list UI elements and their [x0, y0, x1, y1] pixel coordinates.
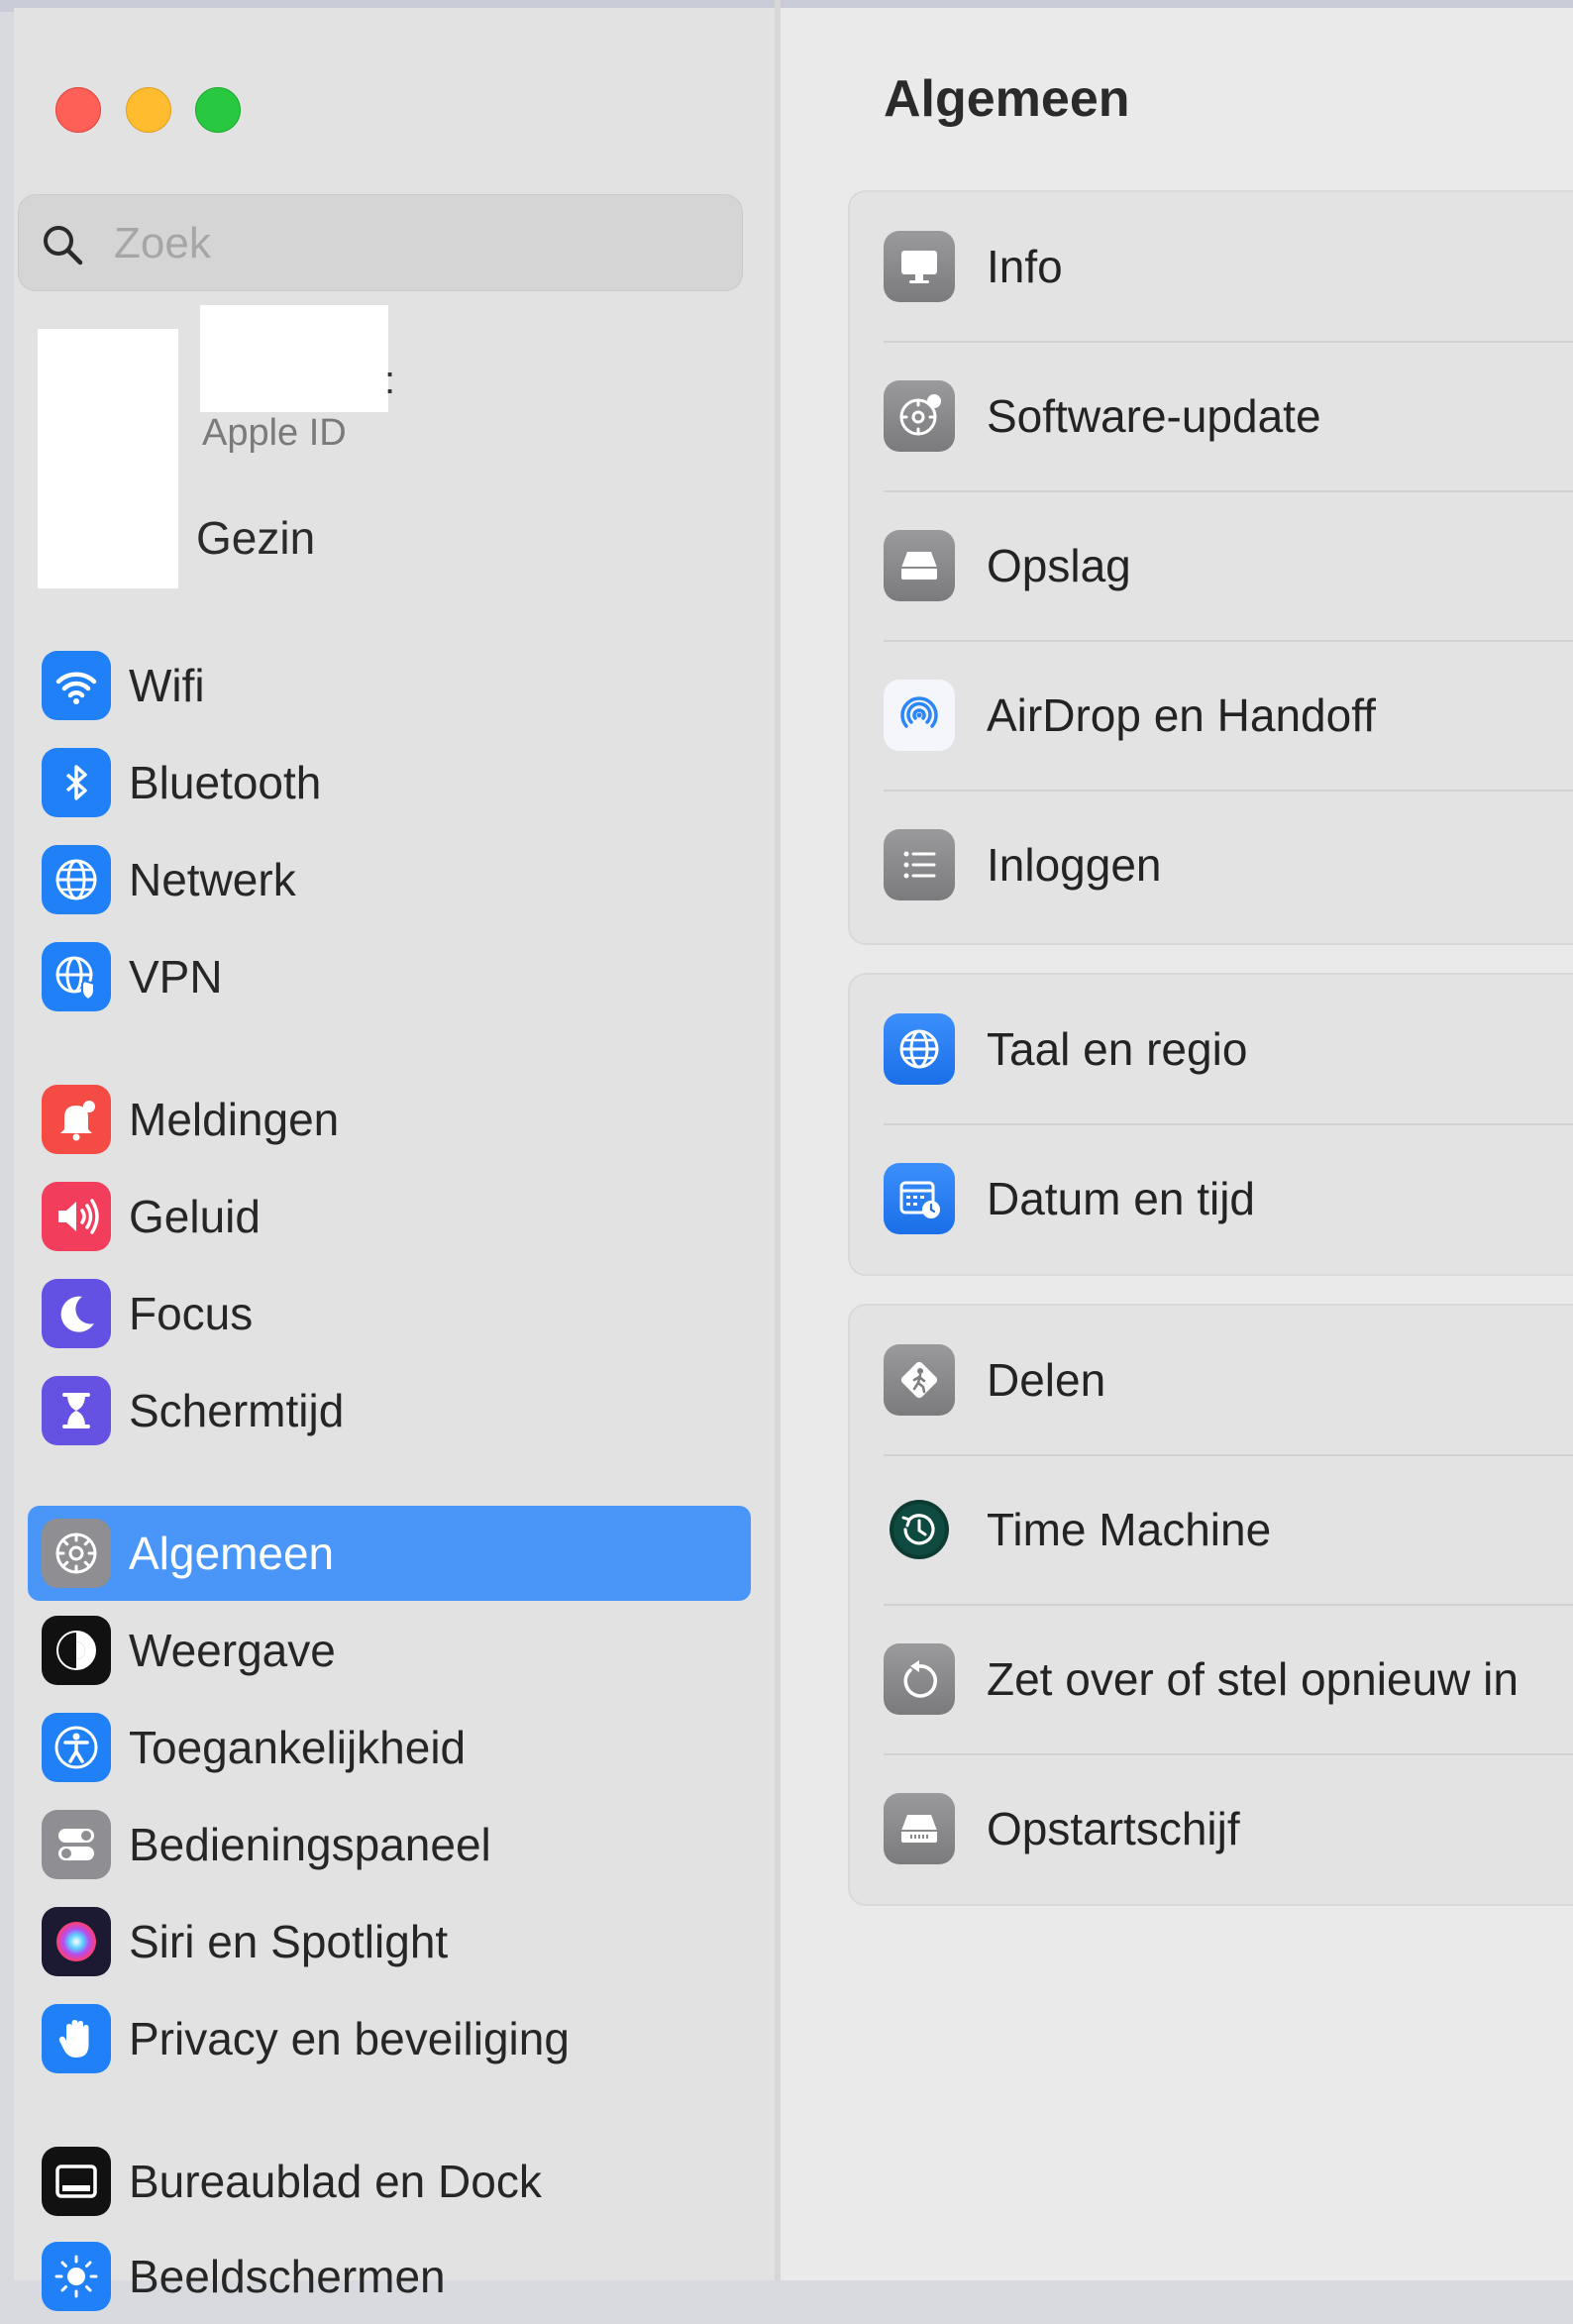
- moon-icon: [42, 1279, 111, 1348]
- row-software-update[interactable]: Software-update: [850, 342, 1573, 490]
- row-label: Zet over of stel opnieuw in: [987, 1653, 1519, 1705]
- globe-icon: [42, 845, 111, 914]
- appearance-icon: [42, 1616, 111, 1685]
- row-time-machine[interactable]: Time Machine: [850, 1455, 1573, 1604]
- sidebar-item-label: Bluetooth: [129, 757, 322, 808]
- dock-icon: [42, 2147, 111, 2216]
- wifi-icon: [42, 651, 111, 720]
- hand-icon: [42, 2004, 111, 2073]
- gear-icon: [42, 1519, 111, 1588]
- settings-group-3: Delen Time Machine Zet over of stel opni…: [848, 1304, 1573, 1906]
- accessibility-icon: [42, 1713, 111, 1782]
- sidebar-item-bedieningspaneel[interactable]: Bedieningspaneel: [28, 1797, 751, 1892]
- sidebar-item-label: Bedieningspaneel: [129, 1819, 491, 1870]
- sun-icon: [42, 2242, 111, 2311]
- minimize-button[interactable]: [126, 87, 171, 133]
- row-info[interactable]: Info: [850, 192, 1573, 341]
- settings-group-2: Taal en regio Datum en tijd: [848, 973, 1573, 1276]
- row-inloggen[interactable]: Inloggen: [850, 791, 1573, 939]
- row-delen[interactable]: Delen: [850, 1306, 1573, 1454]
- sidebar-item-label: Bureaublad en Dock: [129, 2156, 542, 2207]
- time-machine-icon: [884, 1494, 955, 1565]
- row-label: Software-update: [987, 390, 1321, 442]
- sidebar-item-label: Wifi: [129, 660, 205, 711]
- bluetooth-icon: [42, 748, 111, 817]
- sidebar-item-vpn[interactable]: VPN: [28, 929, 751, 1024]
- row-opslag[interactable]: Opslag: [850, 491, 1573, 640]
- redaction-mark: :: [384, 359, 396, 402]
- sidebar-item-siri-en-spotlight[interactable]: Siri en Spotlight: [28, 1894, 751, 1989]
- sidebar-item-algemeen[interactable]: Algemeen: [28, 1506, 751, 1601]
- row-label: Inloggen: [987, 839, 1162, 891]
- row-airdrop-en-handoff[interactable]: AirDrop en Handoff: [850, 641, 1573, 790]
- row-label: Opslag: [987, 540, 1131, 591]
- avatar[interactable]: [38, 329, 178, 588]
- row-label: AirDrop en Handoff: [987, 689, 1376, 741]
- sidebar-item-label: Focus: [129, 1288, 254, 1339]
- sidebar-item-label: Siri en Spotlight: [129, 1916, 449, 1967]
- page-title: Algemeen: [884, 70, 1130, 128]
- sidebar-item-label: Beeldschermen: [129, 2251, 446, 2302]
- row-taal-en-regio[interactable]: Taal en regio: [850, 975, 1573, 1123]
- row-label: Info: [987, 241, 1063, 292]
- sidebar-item-focus[interactable]: Focus: [28, 1266, 751, 1361]
- list-icon: [884, 829, 955, 900]
- family-label[interactable]: Gezin: [196, 511, 315, 565]
- disk-icon: [884, 530, 955, 601]
- display-icon: [884, 231, 955, 302]
- row-opstartschijf[interactable]: Opstartschijf: [850, 1754, 1573, 1903]
- calendar-clock-icon: [884, 1163, 955, 1234]
- sidebar-item-bluetooth[interactable]: Bluetooth: [28, 735, 751, 830]
- gear-badge-icon: [884, 380, 955, 452]
- reset-icon: [884, 1643, 955, 1715]
- siri-icon: [42, 1907, 111, 1976]
- sidebar-item-label: Privacy en beveiliging: [129, 2013, 570, 2064]
- sidebar-item-label: Toegankelijkheid: [129, 1722, 467, 1773]
- sidebar-item-netwerk[interactable]: Netwerk: [28, 832, 751, 927]
- bell-icon: [42, 1085, 111, 1154]
- airdrop-icon: [884, 680, 955, 751]
- row-datum-en-tijd[interactable]: Datum en tijd: [850, 1124, 1573, 1273]
- sidebar-item-label: Geluid: [129, 1191, 261, 1242]
- row-label: Datum en tijd: [987, 1173, 1256, 1224]
- sidebar-item-label: Meldingen: [129, 1094, 340, 1145]
- sidebar-item-toegankelijkheid[interactable]: Toegankelijkheid: [28, 1700, 751, 1795]
- sidebar-item-wifi[interactable]: Wifi: [28, 638, 751, 733]
- sidebar-item-geluid[interactable]: Geluid: [28, 1169, 751, 1264]
- sidebar-item-label: VPN: [129, 951, 223, 1003]
- row-label: Taal en regio: [987, 1023, 1248, 1075]
- sidebar-item-privacy-en-beveiliging[interactable]: Privacy en beveiliging: [28, 1991, 751, 2086]
- sidebar-item-beeldschermen[interactable]: Beeldschermen: [28, 2229, 751, 2324]
- sidebar-item-meldingen[interactable]: Meldingen: [28, 1072, 751, 1167]
- sidebar-item-bureaublad-en-dock[interactable]: Bureaublad en Dock: [28, 2134, 751, 2229]
- row-label: Time Machine: [987, 1504, 1272, 1555]
- control-center-icon: [42, 1810, 111, 1879]
- sidebar-item-weergave[interactable]: Weergave: [28, 1603, 751, 1698]
- sidebar-item-label: Schermtijd: [129, 1385, 345, 1436]
- search-icon: [44, 226, 83, 265]
- search-input[interactable]: [112, 215, 710, 272]
- hourglass-icon: [42, 1376, 111, 1445]
- apple-id-label[interactable]: Apple ID: [202, 412, 347, 455]
- content-pane: Algemeen Info Software-update Opslag Air…: [781, 8, 1573, 2280]
- zoom-button[interactable]: [195, 87, 241, 133]
- globe-icon: [884, 1013, 955, 1085]
- settings-group-1: Info Software-update Opslag AirDrop en H…: [848, 190, 1573, 945]
- search-field[interactable]: [18, 194, 743, 291]
- sidebar-item-label: Weergave: [129, 1625, 336, 1676]
- speaker-icon: [42, 1182, 111, 1251]
- vpn-globe-icon: [42, 942, 111, 1011]
- sidebar-item-label: Netwerk: [129, 854, 296, 905]
- close-button[interactable]: [55, 87, 101, 133]
- startup-disk-icon: [884, 1793, 955, 1864]
- sharing-icon: [884, 1344, 955, 1416]
- sidebar: : Apple ID Gezin Wifi Bluetooth Netwerk …: [14, 8, 775, 2311]
- row-zet-over-of-stel-opnieuw-in[interactable]: Zet over of stel opnieuw in: [850, 1605, 1573, 1753]
- row-label: Opstartschijf: [987, 1803, 1240, 1854]
- row-label: Delen: [987, 1354, 1106, 1406]
- account-name-redacted: [200, 305, 388, 412]
- sidebar-item-schermtijd[interactable]: Schermtijd: [28, 1363, 751, 1458]
- sidebar-item-label: Algemeen: [129, 1528, 335, 1579]
